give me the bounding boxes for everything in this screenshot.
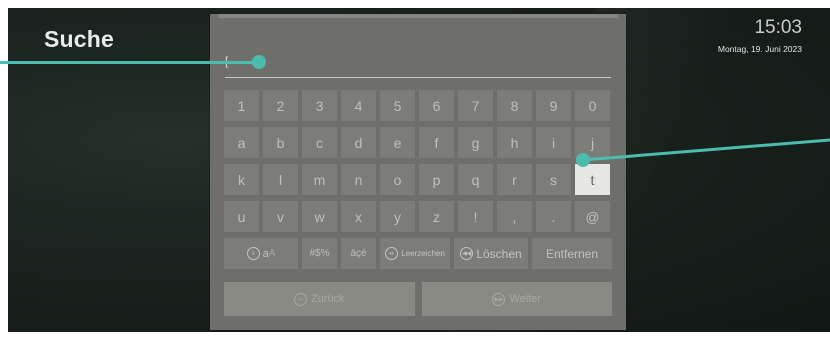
callout-line-keyboard: [582, 138, 830, 162]
callout-dot-keyboard: [576, 153, 590, 167]
